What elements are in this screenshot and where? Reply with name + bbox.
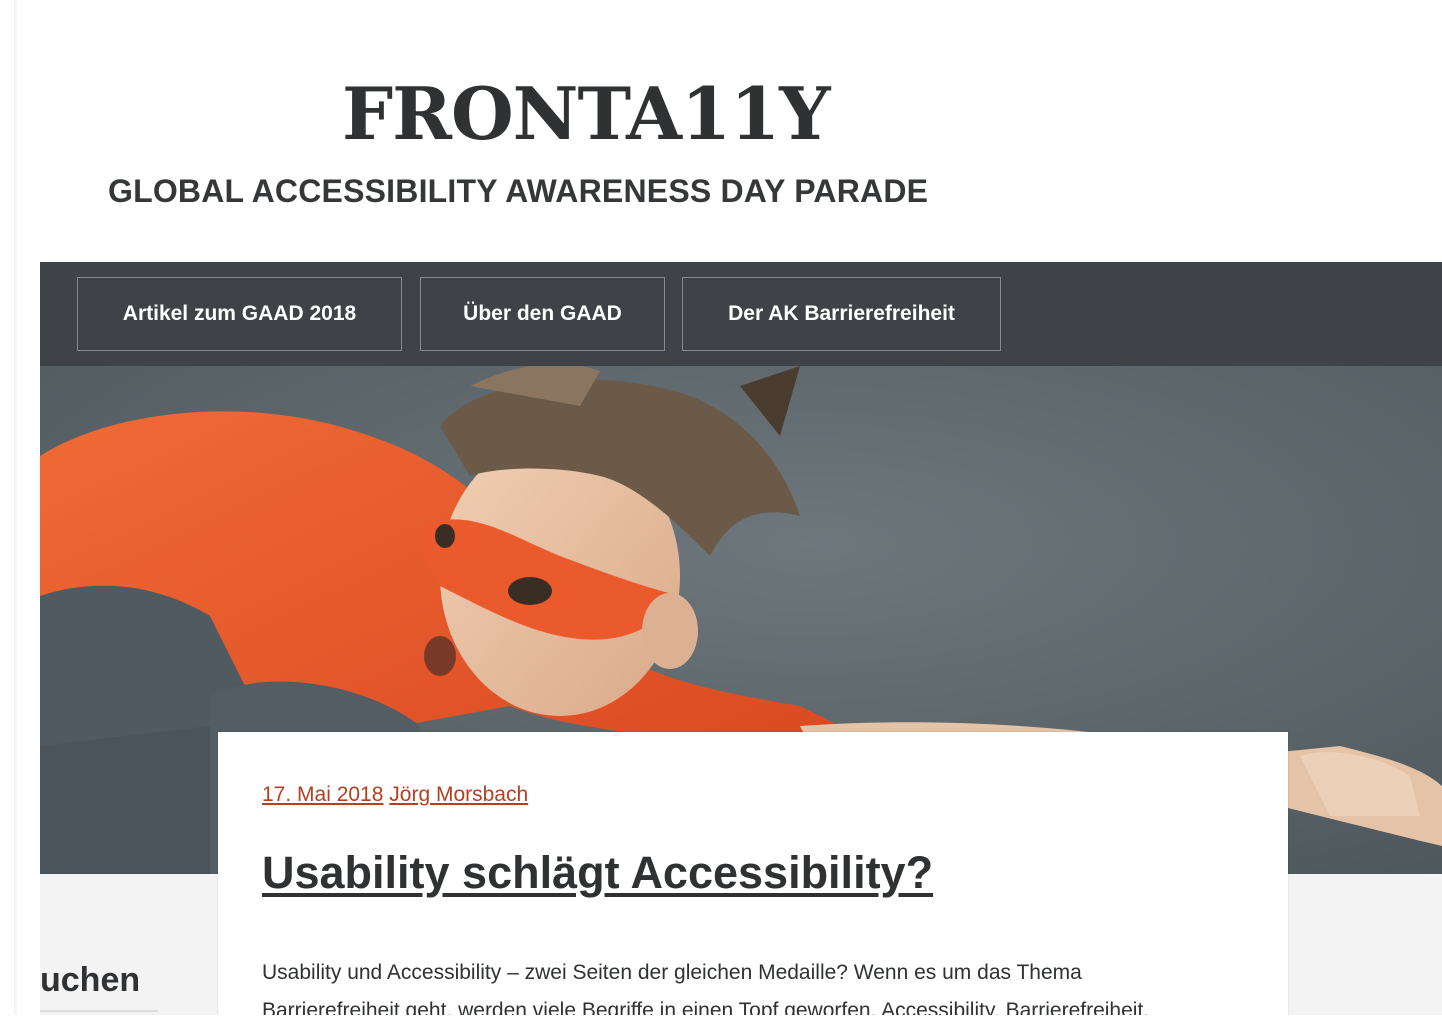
nav-item-artikel[interactable]: Artikel zum GAAD 2018 xyxy=(77,277,402,351)
nav-item-ueber-gaad[interactable]: Über den GAAD xyxy=(420,277,665,351)
post-meta: 17. Mai 2018 Jörg Morsbach xyxy=(262,784,528,805)
page: FRONTA11Y GLOBAL ACCESSIBILITY AWARENESS… xyxy=(40,30,1442,1015)
post-title-link[interactable]: Usability schlägt Accessibility? xyxy=(262,850,933,895)
excerpt-line-1: Usability und Accessibility – zwei Seite… xyxy=(262,961,1082,984)
post-excerpt: Usability und Accessibility – zwei Seite… xyxy=(262,954,1262,1015)
site-tagline: GLOBAL ACCESSIBILITY AWARENESS DAY PARAD… xyxy=(108,173,929,209)
page-edge-shadow xyxy=(14,0,17,1036)
search-widget-heading: uchen xyxy=(40,961,141,999)
search-divider xyxy=(40,1010,158,1012)
nav-item-ak-barrierefreiheit[interactable]: Der AK Barrierefreiheit xyxy=(682,277,1001,351)
post-card: 17. Mai 2018 Jörg Morsbach Usability sch… xyxy=(218,732,1288,1015)
viewport-bottom-edge xyxy=(0,1015,1442,1036)
post-date-link[interactable]: 17. Mai 2018 xyxy=(262,783,383,806)
site-title[interactable]: FRONTA11Y xyxy=(342,78,831,150)
post-author-link[interactable]: Jörg Morsbach xyxy=(389,783,528,806)
browser-viewport: FRONTA11Y GLOBAL ACCESSIBILITY AWARENESS… xyxy=(0,0,1442,1036)
main-navigation: Artikel zum GAAD 2018 Über den GAAD Der … xyxy=(40,262,1442,366)
excerpt-line-2: Barrierefreiheit geht, werden viele Begr… xyxy=(262,999,1150,1015)
